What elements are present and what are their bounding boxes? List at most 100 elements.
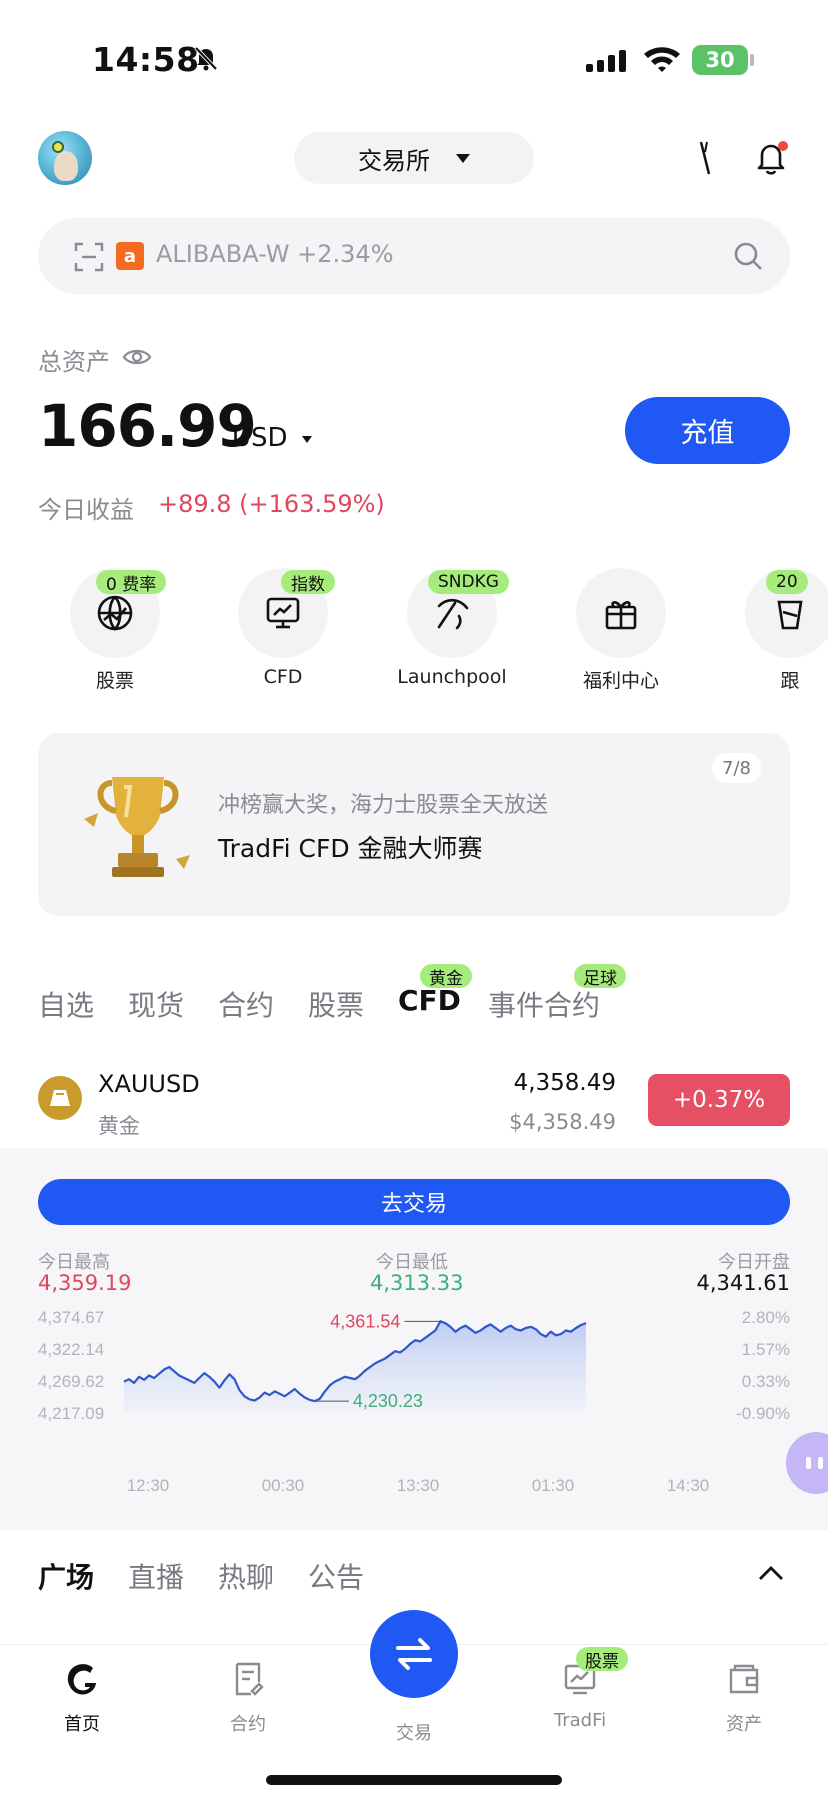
banner-page-indicator: 7/8 [712,753,761,783]
y-axis-tick-label: 4,217.09 [38,1404,104,1423]
y-axis-tick-label: 4,374.67 [38,1308,104,1327]
low-value: 4,313.33 [370,1271,464,1295]
quick-label: 福利中心 [582,670,659,692]
chevron-up-icon[interactable] [758,1564,784,1582]
exchange-label: 交易所 [358,146,430,175]
swap-arrows-icon [396,1638,432,1670]
copy-trade-icon [777,600,803,630]
caret-down-icon [456,153,470,163]
y-axis-tick-label: 4,322.14 [38,1340,104,1359]
quick-badge: 指数 [281,570,335,595]
asset-price-usd: $4,358.49 [509,1110,616,1134]
banner-subtitle: 冲榜赢大奖，海力士股票全天放送 [218,793,549,818]
status-time: 14:58 [92,40,200,79]
alibaba-logo-icon: a [116,242,144,270]
notification-dot [778,141,788,151]
wallet-icon [729,1664,759,1694]
feed-tab-announcement[interactable]: 公告 [308,1556,364,1596]
globe-icon [97,595,133,631]
quick-label: 跟 [780,670,800,692]
nav-tradfi[interactable]: TradFi [520,1660,640,1731]
x-axis-tick-label: 00:30 [262,1476,305,1495]
asset-change-badge[interactable]: +0.37% [648,1074,790,1126]
nav-label: TradFi [553,1710,607,1731]
currency-selector[interactable]: USD [232,423,288,453]
y-axis-tick-label: 4,269.62 [38,1372,104,1391]
quick-label: 股票 [95,670,134,692]
banner-title: TradFi CFD 金融大师赛 [218,834,483,863]
x-axis-tick-label: 01:30 [532,1476,575,1495]
promo-banner[interactable]: 冲榜赢大奖，海力士股票全天放送 TradFi CFD 金融大师赛 7/8 [38,733,790,916]
wifi-icon [644,47,680,72]
search-trending-ticker: ALIBABA-W +2.34% [156,240,394,268]
eye-icon[interactable] [122,346,152,368]
x-axis-tick-label: 14:30 [667,1476,710,1495]
nav-futures[interactable]: 合约 [188,1660,308,1736]
today-pnl-label: 今日收益 [38,496,134,524]
trade-fab-button[interactable] [370,1610,458,1698]
home-indicator [266,1775,562,1785]
slash-icon[interactable] [698,140,712,176]
x-axis-tick-label: 13:30 [397,1476,440,1495]
x-axis-tick-label: 12:30 [127,1476,170,1495]
scan-icon[interactable] [74,242,104,272]
quick-badge: 20 [766,570,808,594]
cellular-signal-icon [586,48,626,72]
quick-badge: SNDKG [428,570,509,594]
caret-down-icon[interactable] [302,436,312,443]
gift-icon [605,601,637,630]
y-axis-pct-tick-label: -0.90% [736,1404,790,1423]
quick-label: CFD [263,666,303,688]
quick-badge: 0 费率 [96,570,167,595]
bell-off-icon [194,46,218,71]
high-value: 4,359.19 [38,1271,132,1295]
trophy-icon [84,777,190,877]
today-pnl-value: +89.8 (+163.59%) [158,490,385,518]
nav-label: 资产 [726,1714,762,1735]
feed-tab-live[interactable]: 直播 [128,1556,184,1596]
asset-price: 4,358.49 [513,1070,616,1096]
max-price-label: 4,361.54 [330,1311,400,1331]
asset-name: 黄金 [98,1114,140,1138]
status-bar: 14:58 30 [0,0,828,110]
feed-tab-square[interactable]: 广场 [38,1556,94,1596]
document-edit-icon [235,1662,264,1696]
tab-watchlist[interactable]: 自选 [38,984,94,1024]
min-price-label: 4,230.23 [353,1391,423,1411]
asset-symbol[interactable]: XAUUSD [98,1070,200,1098]
tab-badge: 足球 [574,964,626,989]
nav-badge: 股票 [576,1647,628,1672]
home-logo-icon [67,1664,96,1695]
price-chart[interactable]: 4,374.67 4,322.14 4,269.62 4,217.09 2.80% 1.5… [38,1305,790,1505]
search-icon[interactable] [732,240,764,272]
exchange-switch-button[interactable]: 交易所 [294,132,534,184]
pickaxe-icon [437,598,469,630]
nav-home[interactable]: 首页 [22,1660,142,1736]
y-axis-pct-tick-label: 1.57% [742,1340,790,1359]
tab-event-contracts[interactable]: 事件合约 [488,984,600,1024]
avatar[interactable] [38,131,92,185]
tab-spot[interactable]: 现货 [128,984,184,1024]
total-assets-value: 166.99 [38,392,257,460]
nav-assets[interactable]: 资产 [684,1660,804,1736]
y-axis-pct-tick-label: 0.33% [742,1372,790,1391]
y-axis-pct-tick-label: 2.80% [742,1308,790,1327]
gold-bar-icon [38,1076,82,1120]
nav-label: 交易 [396,1723,432,1744]
nav-label: 首页 [64,1714,100,1735]
total-assets-label: 总资产 [38,348,110,376]
battery-icon: 30 [692,45,748,75]
tab-stocks[interactable]: 股票 [308,984,364,1024]
quick-rewards-button[interactable] [576,568,666,658]
nav-label: 合约 [230,1714,266,1735]
tab-futures[interactable]: 合约 [218,984,274,1024]
feed-tab-hot[interactable]: 热聊 [218,1556,274,1596]
deposit-button[interactable]: 充值 [625,397,790,464]
tab-badge: 黄金 [420,964,472,989]
open-value: 4,341.61 [696,1271,790,1295]
tab-cfd[interactable]: CFD [398,984,461,1017]
go-trade-button[interactable]: 去交易 [38,1179,790,1225]
quick-label: Launchpool [397,666,507,688]
search-bar[interactable]: a ALIBABA-W +2.34% [38,218,790,294]
chart-board-icon [266,597,300,629]
